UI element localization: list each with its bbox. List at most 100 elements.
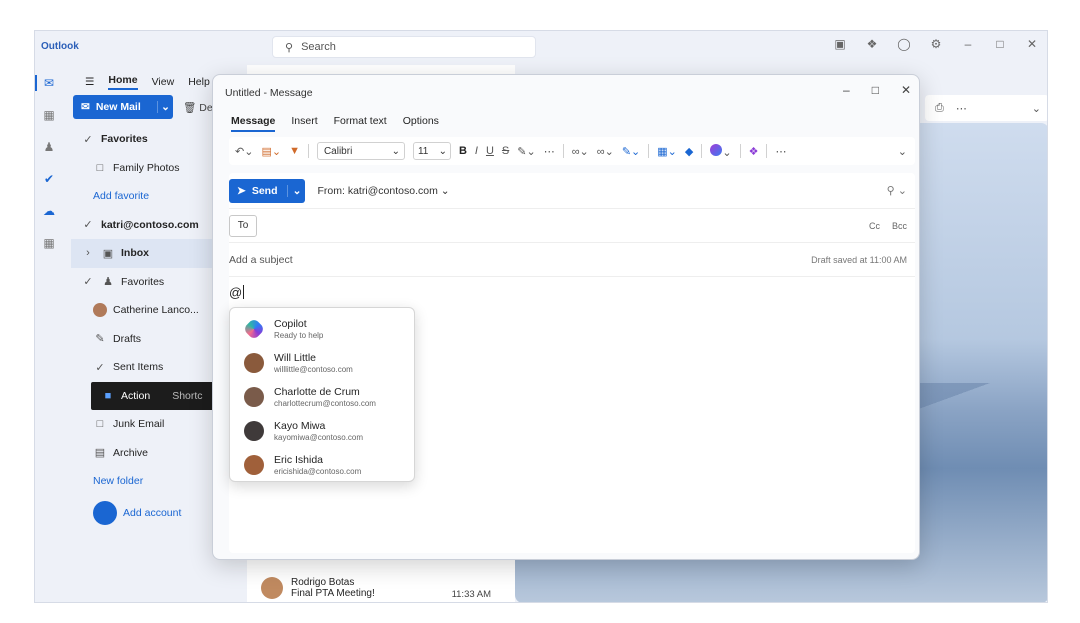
mention-suggestions: Copilot Ready to help Will Little willlitt… — [229, 307, 415, 482]
designer-icon[interactable]: ◆ — [685, 145, 693, 158]
pin-icon: ✓ — [83, 219, 93, 232]
title-bar: Outlook ⚲ Search ▣ ❖ ◯ ⚙ – □ ✕ — [35, 31, 1047, 63]
search-placeholder: Search — [301, 41, 336, 53]
font-select[interactable]: Calibri ⌄ — [316, 142, 405, 160]
from-selector[interactable]: From: katri@contoso.com ⌄ — [317, 185, 449, 197]
chevron-right-icon: › — [86, 247, 90, 260]
bell-icon[interactable]: ❖ — [863, 37, 881, 51]
search-icon: ⚲ — [285, 41, 294, 54]
onedrive-icon[interactable]: ☁ — [35, 195, 63, 227]
table-icon[interactable]: ▦⌄ — [657, 145, 677, 158]
gear-icon[interactable]: ⚙ — [927, 37, 945, 51]
mention-item[interactable]: Will Little willlittle@contoso.com — [230, 346, 414, 380]
zoom-icon[interactable]: ⚲ ⌄ — [887, 184, 907, 197]
apps-icon[interactable]: ▦ — [35, 227, 63, 259]
lightbulb-icon[interactable]: ◯ — [895, 37, 913, 51]
message-body-editor[interactable]: @ — [229, 285, 245, 300]
tab-help[interactable]: Help — [188, 76, 210, 88]
subject-placeholder: Add a subject — [229, 253, 293, 266]
signature-icon[interactable]: ✎⌄ — [622, 145, 640, 158]
avatar — [244, 387, 264, 407]
bcc-button[interactable]: Bcc — [892, 221, 907, 231]
ribbon-tabs: ☰ Home View Help — [85, 74, 210, 90]
mention-item[interactable]: Eric Ishida ericishida@contoso.com — [230, 448, 414, 482]
people-icon[interactable]: ♟ — [35, 131, 63, 163]
print-icon[interactable]: ⎙ — [935, 102, 944, 115]
maximize-icon[interactable]: □ — [872, 83, 879, 97]
inbox-label: Inbox — [121, 247, 149, 260]
link-icon[interactable]: ∞⌄ — [597, 145, 614, 158]
tab-view[interactable]: View — [152, 76, 175, 88]
more-format-icon[interactable]: ⋯ — [544, 145, 555, 158]
add-favorite-label: Add favorite — [93, 190, 150, 203]
copilot-icon — [242, 317, 266, 341]
more-icon[interactable]: ⋯ — [775, 145, 786, 158]
font-size-select[interactable]: 11 ⌄ — [412, 142, 451, 160]
chevron-down-icon[interactable]: ⌄ — [157, 101, 173, 113]
tab-format-text[interactable]: Format text — [334, 115, 387, 132]
maximize-icon[interactable]: □ — [991, 37, 1009, 51]
minimize-icon[interactable]: – — [843, 83, 850, 97]
tab-options[interactable]: Options — [403, 115, 439, 132]
mention-item[interactable]: Charlotte de Crum charlottecrum@contoso.c… — [230, 380, 414, 414]
chevron-down-icon[interactable]: ⌄ — [1032, 102, 1047, 115]
hamburger-icon[interactable]: ☰ — [85, 76, 94, 88]
more-icon[interactable]: ⋯ — [956, 102, 967, 115]
chevron-down-icon[interactable]: ⌄ — [287, 184, 305, 197]
mention-detail: charlottecrum@contoso.com — [274, 398, 376, 408]
reading-toolbar: ⎙ ⋯ ⌄ — [925, 95, 1047, 121]
close-icon[interactable]: ✕ — [1023, 37, 1041, 51]
app-name: Outlook — [41, 41, 79, 52]
mention-item[interactable]: Kayo Miwa kayomiwa@contoso.com — [230, 414, 414, 448]
bold-icon[interactable]: B — [459, 145, 467, 157]
tab-insert[interactable]: Insert — [291, 115, 317, 132]
minimize-icon[interactable]: – — [959, 37, 977, 51]
mention-item[interactable]: Copilot Ready to help — [230, 312, 414, 346]
to-button[interactable]: To — [229, 214, 257, 237]
subject-field[interactable]: Add a subject Draft saved at 11:00 AM — [229, 243, 915, 277]
copilot-icon[interactable]: ⌄ — [710, 143, 732, 159]
folder-icon: □ — [96, 161, 104, 174]
category-icon: ■ — [104, 389, 112, 402]
mail-icon[interactable]: ✉ — [35, 67, 63, 99]
format-painter-icon[interactable]: ▼ — [289, 145, 300, 157]
body-text: @ — [229, 285, 243, 300]
mention-name: Will Little — [274, 351, 317, 364]
message-time: 11:33 AM — [451, 589, 491, 600]
cc-button[interactable]: Cc — [869, 221, 880, 231]
todo-icon[interactable]: ✔ — [35, 163, 63, 195]
strikethrough-icon[interactable]: S — [502, 145, 509, 157]
delete-button[interactable]: 🗑 Del — [183, 101, 215, 114]
underline-icon[interactable]: U — [486, 145, 494, 157]
chevron-down-icon[interactable]: ⌄ — [898, 145, 915, 158]
new-mail-button[interactable]: ✉ New Mail ⌄ — [73, 95, 173, 119]
my-day-icon[interactable]: ▣ — [831, 37, 849, 51]
archive-icon: ▤ — [94, 447, 106, 460]
tab-home[interactable]: Home — [108, 74, 138, 90]
shortcut-label: Shortc — [172, 389, 203, 402]
send-button[interactable]: ➤ Send ⌄ — [229, 178, 306, 203]
attach-icon[interactable]: ∞⌄ — [572, 145, 589, 158]
pin-icon: ✓ — [83, 133, 93, 146]
avatar — [244, 455, 264, 475]
paste-icon[interactable]: ▤⌄ — [261, 145, 281, 158]
mention-name: Charlotte de Crum — [274, 385, 360, 398]
junk-icon: □ — [96, 418, 104, 431]
calendar-icon[interactable]: ▦ — [35, 99, 63, 131]
close-icon[interactable]: ✕ — [901, 83, 911, 97]
loop-icon[interactable]: ❖ — [749, 145, 759, 158]
message-row[interactable]: Rodrigo Botas Final PTA Meeting! 11:33 A… — [247, 571, 515, 602]
from-label: From: katri@contoso.com — [317, 184, 438, 197]
italic-icon[interactable]: I — [475, 145, 478, 157]
sent-icon: ✓ — [95, 361, 105, 374]
tab-message[interactable]: Message — [231, 115, 276, 132]
to-row: To Cc Bcc — [229, 209, 915, 243]
highlight-icon[interactable]: ✎⌄ — [517, 145, 535, 158]
search-box[interactable]: ⚲ Search — [272, 36, 536, 58]
envelope-icon: ✉ — [81, 101, 90, 113]
mention-name: Kayo Miwa — [274, 419, 326, 432]
inbox-icon: ▣ — [102, 247, 114, 260]
cc-bcc: Cc Bcc — [869, 221, 907, 231]
trash-icon: 🗑 — [183, 102, 197, 114]
undo-icon[interactable]: ↶⌄ — [235, 145, 253, 158]
